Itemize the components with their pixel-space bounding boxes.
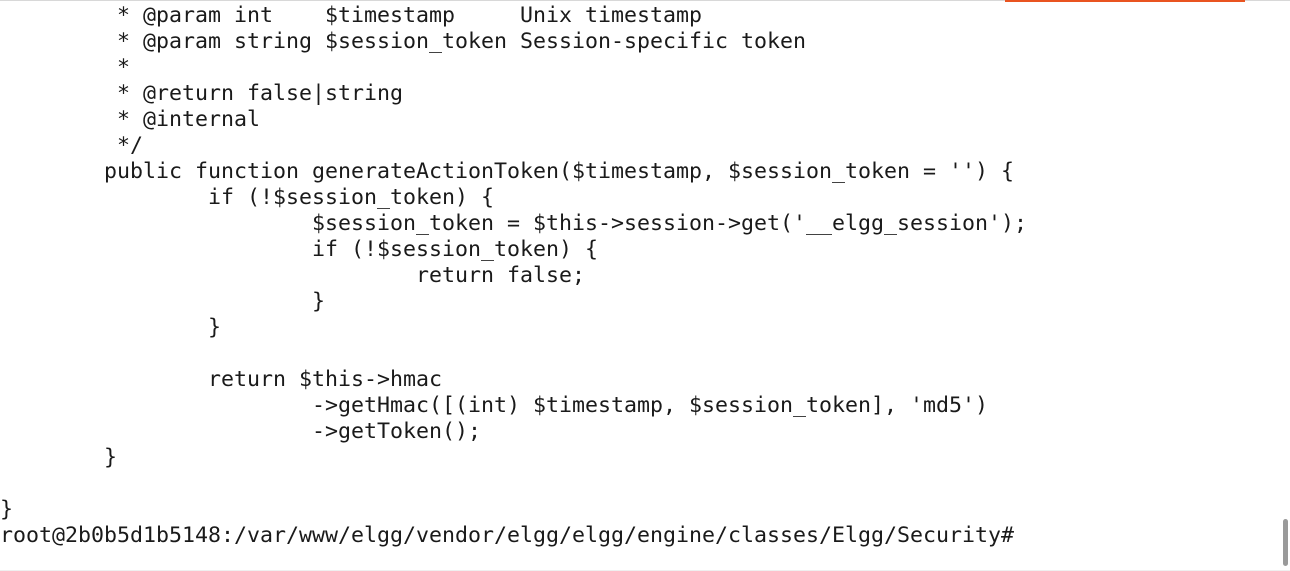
output-line: */ <box>0 133 144 158</box>
output-line: $session_token = $this->session->get('__… <box>0 211 1028 236</box>
output-line: * @return false|string <box>0 81 404 106</box>
terminal-window[interactable]: * @param int $timestamp Unix timestamp *… <box>0 0 1290 571</box>
output-line: if (!$session_token) { <box>0 237 599 262</box>
terminal-output[interactable]: * @param int $timestamp Unix timestamp *… <box>0 3 1027 549</box>
output-line: ->getToken(); <box>0 419 482 444</box>
output-line: } <box>0 289 326 314</box>
output-line: return $this->hmac <box>0 367 443 392</box>
shell-prompt[interactable]: root@2b0b5d1b5148:/var/www/elgg/vendor/e… <box>0 523 1027 549</box>
scrollbar-thumb[interactable] <box>1283 519 1288 566</box>
output-line: * @internal <box>0 107 261 132</box>
output-line: * <box>0 55 131 80</box>
output-line: public function generateActionToken($tim… <box>0 159 1015 184</box>
active-tab-indicator <box>1005 0 1245 2</box>
output-line: } <box>0 445 118 470</box>
output-line: return false; <box>0 263 586 288</box>
output-line: * @param string $session_token Session-s… <box>0 29 807 54</box>
output-line: if (!$session_token) { <box>0 185 495 210</box>
output-line: * @param int $timestamp Unix timestamp <box>0 3 703 28</box>
vertical-scrollbar[interactable] <box>1278 0 1290 571</box>
output-line: } <box>0 497 14 522</box>
output-line: } <box>0 315 222 340</box>
output-line: ->getHmac([(int) $timestamp, $session_to… <box>0 393 989 418</box>
